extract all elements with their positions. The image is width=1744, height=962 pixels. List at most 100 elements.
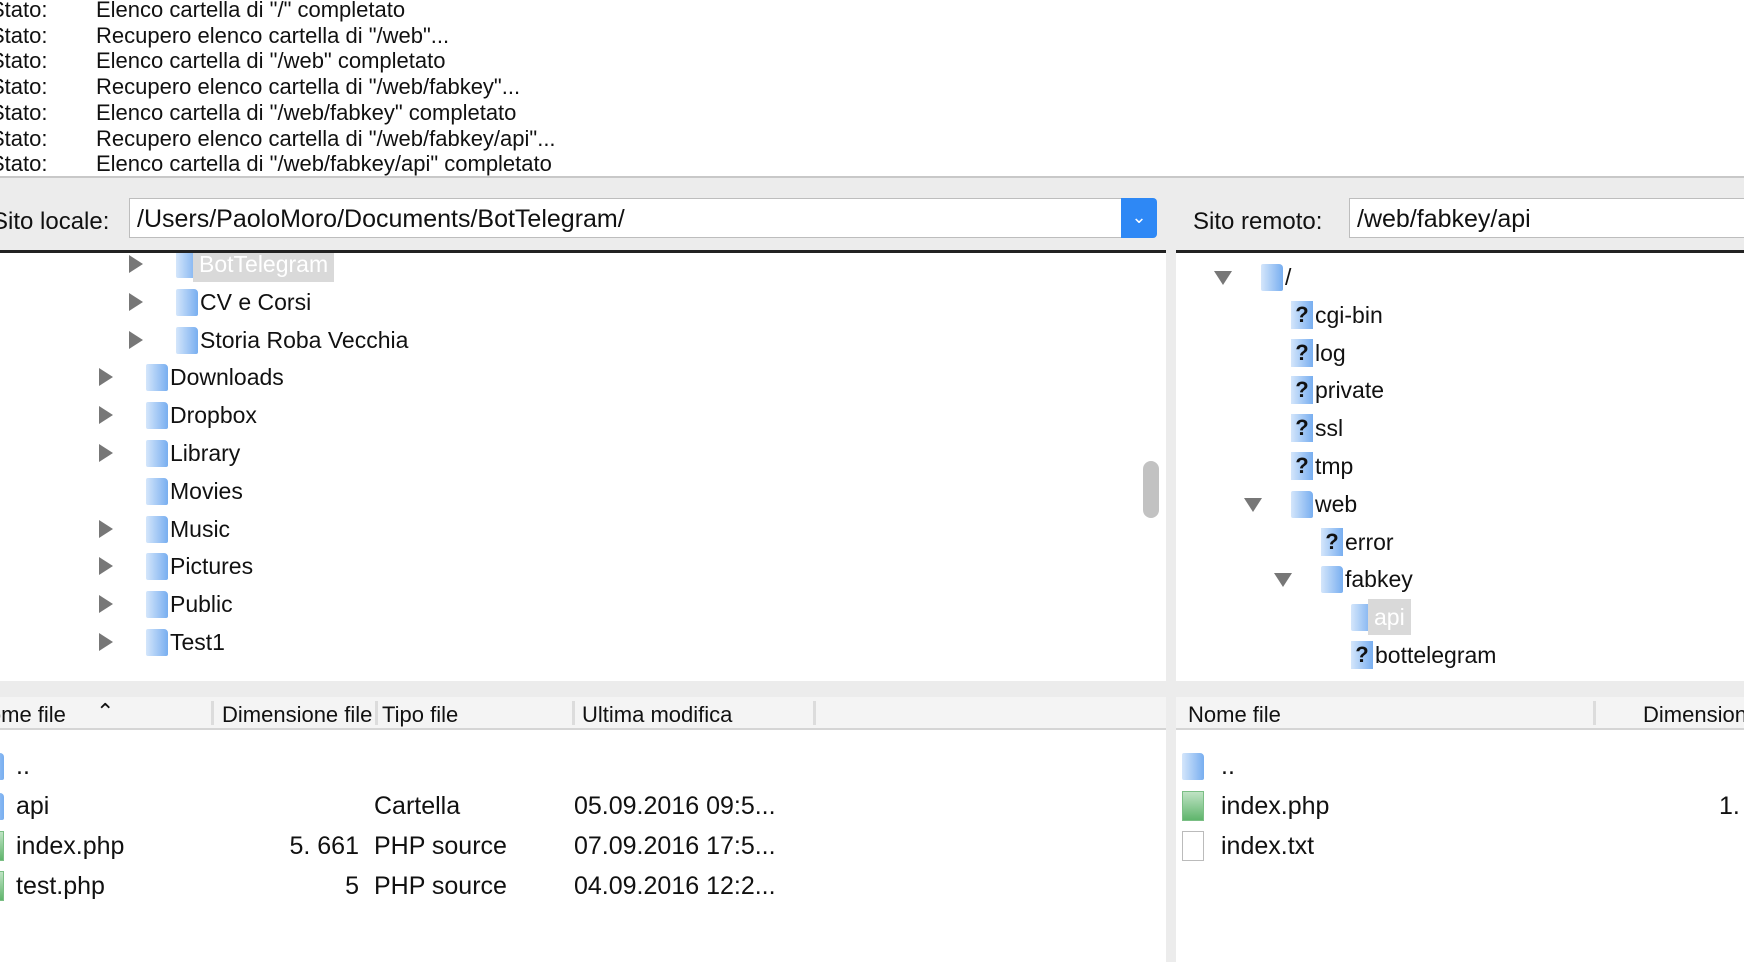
triangle-right-icon[interactable] — [129, 255, 143, 273]
chevron-down-icon[interactable]: ⌄ — [1121, 198, 1157, 238]
tree-item[interactable]: Music — [0, 511, 1166, 549]
triangle-right-icon[interactable] — [99, 633, 113, 651]
triangle-down-icon[interactable] — [1244, 497, 1262, 512]
tree-item[interactable]: api — [1176, 599, 1744, 637]
triangle-right-icon[interactable] — [99, 406, 113, 425]
remote-pane: Sito remoto: /web/fabkey/api /? cgi-bin? l… — [1176, 185, 1744, 962]
text-file-icon — [1182, 831, 1204, 861]
tree-item[interactable]: Downloads — [0, 359, 1166, 397]
triangle-right-icon[interactable] — [99, 557, 113, 576]
tree-item-label: Pictures — [170, 553, 254, 580]
triangle-right-icon[interactable] — [129, 330, 143, 349]
tree-item[interactable]: Pictures — [0, 548, 1166, 586]
triangle-right-icon[interactable] — [99, 595, 113, 614]
local-path-input[interactable]: /Users/PaoloMoro/Documents/BotTelegram/ — [129, 198, 1125, 238]
remote-file-list[interactable]: Nome file Dimensione file ..index.php1.i… — [1176, 697, 1744, 962]
unknown-folder-icon: ? — [1291, 376, 1313, 405]
log-line: Stato: Elenco cartella di "/web/fabkey/ap… — [0, 151, 1744, 177]
log-message: Recupero elenco cartella di "/web"... — [96, 22, 450, 48]
file-type: PHP source — [374, 832, 507, 860]
tree-item[interactable]: Storia Roba Vecchia — [0, 322, 1166, 360]
triangle-down-icon[interactable] — [1274, 573, 1292, 588]
column-separator[interactable] — [1593, 701, 1596, 725]
remote-path-input[interactable]: /web/fabkey/api — [1349, 198, 1744, 238]
column-header-modified[interactable]: Ultima modifica — [582, 702, 732, 728]
file-row[interactable]: index.php 5. 661 PHP source 07.09.2016 17:5… — [0, 827, 1166, 867]
column-header-type[interactable]: Tipo file — [382, 702, 458, 728]
file-row[interactable]: api Cartella 05.09.2016 09:5... — [0, 787, 1166, 827]
tree-item[interactable]: ? log — [1176, 335, 1744, 373]
triangle-right-icon[interactable] — [99, 444, 113, 462]
unknown-folder-icon: ? — [1291, 452, 1313, 480]
tree-item[interactable]: Public — [0, 586, 1166, 624]
tree-item-label: Public — [170, 591, 233, 618]
folder-icon — [146, 364, 168, 392]
tree-item[interactable]: ? bottelegram — [1176, 637, 1744, 675]
local-list-header: Nome file ⌃ Dimensione file Tipo file Ul… — [0, 697, 1166, 730]
column-separator[interactable] — [375, 701, 378, 725]
tree-item[interactable]: ? cgi-bin — [1176, 297, 1744, 335]
file-row[interactable]: .. — [0, 747, 1166, 787]
tree-item-label: Dropbox — [170, 402, 257, 429]
remote-list-header: Nome file Dimensione file — [1176, 697, 1744, 730]
file-row[interactable]: index.php 1. — [1176, 787, 1744, 827]
log-line: Stato: Elenco cartella di "/" completato — [0, 0, 1744, 23]
column-separator[interactable] — [813, 701, 816, 725]
tree-item-label: ssl — [1315, 415, 1344, 442]
splitter[interactable] — [0, 176, 1744, 178]
local-directory-tree[interactable]: BotTelegram CV e Corsi Storia Roba Vecchia… — [0, 250, 1166, 681]
folder-icon — [146, 515, 168, 543]
triangle-down-icon[interactable] — [1214, 271, 1232, 285]
log-line: Stato: Recupero elenco cartella di "/web/… — [0, 126, 1744, 152]
tree-item[interactable]: ? ssl — [1176, 410, 1744, 448]
remote-directory-tree[interactable]: /? cgi-bin? log? private? ssl? tmp web? error fa… — [1176, 250, 1744, 681]
log-status-label: Stato: — [0, 22, 48, 48]
column-header-size[interactable]: Dimensione file — [1643, 702, 1744, 728]
log-message: Elenco cartella di "/web/fabkey" complet… — [96, 99, 517, 125]
tree-item[interactable]: BotTelegram — [0, 253, 1166, 284]
triangle-right-icon[interactable] — [129, 292, 143, 311]
file-row[interactable]: test.php 5 PHP source 04.09.2016 12:2... — [0, 867, 1166, 907]
file-modified: 04.09.2016 12:2... — [574, 872, 776, 900]
tree-item[interactable]: / — [1176, 259, 1744, 297]
unknown-folder-icon: ? — [1291, 414, 1313, 443]
tree-item[interactable]: fabkey — [1176, 561, 1744, 599]
tree-item-label: Music — [170, 515, 231, 542]
triangle-right-icon[interactable] — [99, 368, 113, 387]
tree-item[interactable]: ? tmp — [1176, 448, 1744, 486]
tree-item-label: Test1 — [170, 629, 225, 655]
tree-item[interactable]: Dropbox — [0, 397, 1166, 435]
local-file-list[interactable]: Nome file ⌃ Dimensione file Tipo file Ul… — [0, 697, 1166, 962]
folder-icon — [0, 793, 4, 820]
tree-item[interactable]: Test1 — [0, 624, 1166, 662]
tree-item[interactable]: ? private — [1176, 372, 1744, 410]
local-tree-scrollbar[interactable] — [1143, 461, 1159, 518]
unknown-folder-icon: ? — [1351, 641, 1373, 669]
chevron-up-icon[interactable]: ⌃ — [96, 699, 114, 725]
column-header-name[interactable]: Nome file — [1188, 702, 1281, 728]
file-name: .. — [16, 752, 30, 780]
file-row[interactable]: .. — [1176, 747, 1744, 787]
unknown-folder-icon: ? — [1321, 527, 1343, 556]
column-separator[interactable] — [211, 701, 214, 725]
log-message: Elenco cartella di "/" completato — [96, 0, 406, 22]
file-row[interactable]: index.txt — [1176, 827, 1744, 867]
triangle-right-icon[interactable] — [99, 519, 113, 538]
tree-item[interactable]: web — [1176, 486, 1744, 524]
column-header-name[interactable]: Nome file — [0, 702, 66, 728]
tree-item[interactable]: Library — [0, 435, 1166, 473]
tree-item-label: BotTelegram — [193, 253, 335, 282]
column-separator[interactable] — [572, 701, 575, 725]
log-line: Stato: Elenco cartella di "/web/fabkey" c… — [0, 100, 1744, 126]
column-header-size[interactable]: Dimensione file — [222, 702, 375, 728]
tree-item[interactable]: CV e Corsi — [0, 284, 1166, 322]
local-site-bar: Sito locale: /Users/PaoloMoro/Documents/… — [0, 198, 1166, 246]
tree-item-label: log — [1315, 339, 1346, 366]
unknown-folder-icon: ? — [1291, 338, 1313, 367]
tree-item-label: Storia Roba Vecchia — [200, 326, 409, 353]
log-status-label: Stato: — [0, 0, 48, 22]
folder-icon — [0, 753, 4, 780]
php-file-icon — [0, 831, 4, 861]
tree-item[interactable]: Movies — [0, 473, 1166, 511]
tree-item[interactable]: ? error — [1176, 524, 1744, 562]
